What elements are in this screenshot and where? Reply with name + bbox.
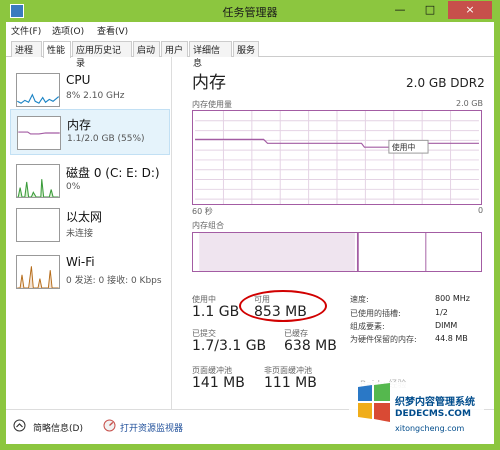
cpu-subtitle: 8% 2.10 GHz [66, 91, 125, 101]
wifi-title: Wi-Fi [66, 255, 95, 269]
minimize-button[interactable]: — [386, 1, 414, 19]
brand-line2: DEDECMS.COM [395, 409, 471, 419]
menu-bar: 文件(F) 选项(O) 查看(V) [6, 22, 494, 39]
form-factor-label: 组成要素: [350, 322, 385, 331]
sidebar-item-disk[interactable]: 磁盘 0 (C: E: D:) 0% [10, 158, 170, 204]
memory-composition-label: 内存组合 [192, 221, 224, 230]
nonpaged-pool-value: 111 MB [264, 375, 317, 391]
ethernet-subtitle: 未连接 [66, 229, 94, 239]
in-use-value: 1.1 GB [192, 304, 240, 320]
memory-composition-bar [192, 232, 482, 272]
cached-value: 638 MB [284, 338, 337, 354]
graph-time-left: 60 秒 [192, 207, 213, 216]
performance-sidebar: CPU 8% 2.10 GHz 内存 1.1/2.0 GB (55%) 磁盘 0… [6, 57, 172, 409]
close-button[interactable]: × [448, 1, 492, 19]
paged-pool-value: 141 MB [192, 375, 245, 391]
windows-flag-icon [358, 383, 390, 422]
disk-thumbnail-graph [16, 164, 60, 198]
wifi-subtitle: 0 发送: 0 接收: 0 Kbps [66, 276, 162, 286]
open-resource-monitor-link[interactable]: 打开资源监视器 [120, 421, 183, 434]
sidebar-item-cpu[interactable]: CPU 8% 2.10 GHz [10, 67, 170, 113]
memory-spec: 2.0 GB DDR2 [406, 76, 485, 90]
tab-startup[interactable]: 启动 [133, 41, 160, 57]
sidebar-item-memory[interactable]: 内存 1.1/2.0 GB (55%) [10, 109, 170, 155]
speed-label: 速度: [350, 295, 369, 304]
memory-usage-graph: 使用中 [192, 110, 482, 205]
tab-performance[interactable]: 性能 [43, 41, 71, 58]
memory-usage-max: 2.0 GB [456, 99, 483, 108]
sidebar-item-ethernet[interactable]: 以太网 未连接 [10, 202, 170, 248]
tab-details[interactable]: 详细信息 [189, 41, 232, 69]
brand-line3: xitongcheng.com [395, 424, 465, 433]
graph-time-right: 0 [478, 206, 484, 215]
tabs-bar: 进程 性能 应用历史记录 启动 用户 详细信息 服务 [6, 39, 494, 69]
menu-options[interactable]: 选项(O) [52, 24, 84, 37]
memory-title: 内存 [67, 118, 92, 132]
in-use-tooltip: 使用中 [392, 142, 416, 152]
chevron-up-icon[interactable] [13, 419, 26, 432]
sidebar-item-wifi[interactable]: Wi-Fi 0 发送: 0 接收: 0 Kbps [10, 249, 170, 295]
slots-used-label: 已使用的插槽: [350, 309, 401, 318]
brief-info-button[interactable]: 简略信息(D) [33, 421, 83, 434]
wifi-thumbnail-graph [16, 255, 60, 289]
resource-monitor-icon[interactable] [103, 419, 116, 432]
menu-file[interactable]: 文件(F) [11, 24, 41, 37]
ethernet-thumbnail-graph [16, 208, 60, 242]
title-bar: 任务管理器 — □ × [6, 0, 494, 22]
tab-processes[interactable]: 进程 [11, 41, 42, 57]
ethernet-title: 以太网 [66, 210, 103, 224]
disk-subtitle: 0% [66, 182, 81, 192]
slots-used-value: 1/2 [435, 308, 448, 317]
memory-thumbnail-graph [17, 116, 61, 150]
site-watermark: 织梦内容管理系统 DEDECMS.COM xitongcheng.com [349, 382, 484, 440]
brand-line1: 织梦内容管理系统 [395, 397, 475, 408]
hardware-reserved-label: 为硬件保留的内存: [350, 335, 417, 344]
hardware-reserved-value: 44.8 MB [435, 334, 468, 343]
cpu-title: CPU [66, 73, 91, 87]
task-manager-window: 任务管理器 — □ × 文件(F) 选项(O) 查看(V) 进程 性能 应用历史… [0, 0, 500, 450]
form-factor-value: DIMM [435, 321, 458, 330]
memory-usage-label: 内存使用量 [192, 100, 232, 109]
available-highlight-circle [239, 290, 327, 322]
memory-page-title: 内存 [192, 73, 226, 93]
tab-app-history[interactable]: 应用历史记录 [72, 41, 132, 69]
cpu-thumbnail-graph [16, 73, 60, 107]
disk-title: 磁盘 0 (C: E: D:) [66, 166, 160, 180]
menu-view[interactable]: 查看(V) [97, 24, 128, 37]
speed-value: 800 MHz [435, 294, 470, 303]
maximize-button[interactable]: □ [416, 1, 444, 19]
memory-subtitle: 1.1/2.0 GB (55%) [67, 134, 145, 144]
committed-value: 1.7/3.1 GB [192, 338, 267, 354]
tab-services[interactable]: 服务 [233, 41, 259, 57]
tab-users[interactable]: 用户 [161, 41, 188, 57]
